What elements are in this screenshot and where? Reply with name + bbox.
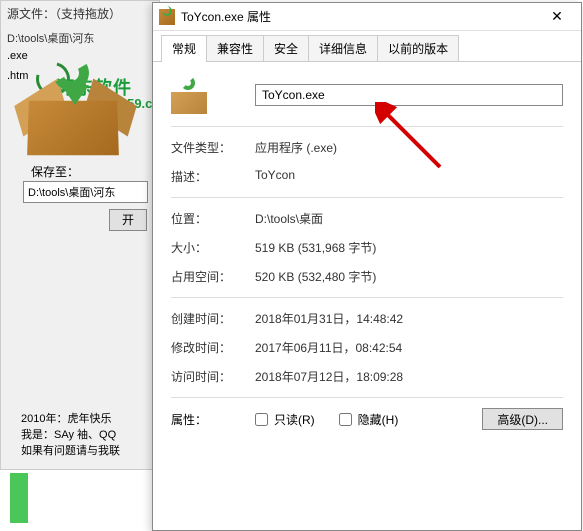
hidden-label: 隐藏(H) bbox=[358, 411, 399, 428]
file-type-label: 文件类型： bbox=[171, 139, 255, 156]
tab-security[interactable]: 安全 bbox=[263, 35, 309, 61]
advanced-button[interactable]: 高级(D)... bbox=[482, 408, 563, 430]
tab-compatibility[interactable]: 兼容性 bbox=[206, 35, 264, 61]
created-value: 2018年01月31日，14:48:42 bbox=[255, 310, 563, 327]
open-button[interactable]: 开 bbox=[109, 209, 147, 231]
filename-input[interactable] bbox=[255, 84, 563, 106]
dialog-title: ToYcon.exe 属性 bbox=[181, 8, 539, 25]
description-label: 描述： bbox=[171, 168, 255, 185]
tab-strip: 常规 兼容性 安全 详细信息 以前的版本 bbox=[153, 31, 581, 62]
size-label: 大小： bbox=[171, 239, 255, 256]
tab-general[interactable]: 常规 bbox=[161, 35, 207, 61]
accessed-label: 访问时间： bbox=[171, 368, 255, 385]
title-app-icon bbox=[159, 9, 175, 25]
readonly-checkbox[interactable] bbox=[255, 413, 268, 426]
hidden-checkbox-group[interactable]: 隐藏(H) bbox=[339, 411, 399, 428]
hidden-checkbox[interactable] bbox=[339, 413, 352, 426]
modified-value: 2017年06月11日，08:42:54 bbox=[255, 339, 563, 356]
separator bbox=[171, 297, 563, 298]
tab-previous-versions[interactable]: 以前的版本 bbox=[377, 35, 459, 61]
footer-text: 2010年：虎年快乐 我是：SAy 袖、QQ 如果有问题请与我联 bbox=[21, 411, 120, 459]
separator bbox=[171, 397, 563, 398]
download-arrow-icon bbox=[53, 55, 91, 110]
size-on-disk-label: 占用空间： bbox=[171, 268, 255, 285]
footer-line-1: 2010年：虎年快乐 bbox=[21, 411, 120, 427]
readonly-label: 只读(R) bbox=[274, 411, 315, 428]
titlebar: ToYcon.exe 属性 ✕ bbox=[153, 3, 581, 31]
location-label: 位置： bbox=[171, 210, 255, 227]
separator bbox=[171, 126, 563, 127]
tab-details[interactable]: 详细信息 bbox=[308, 35, 378, 61]
file-type-value: 应用程序 (.exe) bbox=[255, 139, 563, 156]
footer-line-2: 我是：SAy 袖、QQ bbox=[21, 427, 120, 443]
size-value: 519 KB (531,968 字节) bbox=[255, 239, 563, 256]
save-path-field[interactable]: D:\tools\桌面\河东 bbox=[23, 181, 148, 203]
save-to-label: 保存至： bbox=[31, 163, 79, 180]
general-tab-content: 文件类型： 应用程序 (.exe) 描述： ToYcon 位置： D:\tool… bbox=[153, 62, 581, 444]
package-box-icon bbox=[18, 55, 128, 155]
close-button[interactable]: ✕ bbox=[539, 4, 575, 30]
file-type-icon bbox=[171, 76, 209, 114]
description-value: ToYcon bbox=[255, 168, 563, 185]
separator bbox=[171, 197, 563, 198]
accessed-value: 2018年07月12日，18:09:28 bbox=[255, 368, 563, 385]
footer-line-3: 如果有问题请与我联 bbox=[21, 443, 120, 459]
size-on-disk-value: 520 KB (532,480 字节) bbox=[255, 268, 563, 285]
properties-dialog: ToYcon.exe 属性 ✕ 常规 兼容性 安全 详细信息 以前的版本 文件类… bbox=[152, 2, 582, 531]
green-accent-bar bbox=[10, 473, 28, 523]
readonly-checkbox-group[interactable]: 只读(R) bbox=[255, 411, 315, 428]
modified-label: 修改时间： bbox=[171, 339, 255, 356]
attributes-label: 属性： bbox=[171, 411, 255, 428]
location-value: D:\tools\桌面 bbox=[255, 210, 563, 227]
created-label: 创建时间： bbox=[171, 310, 255, 327]
